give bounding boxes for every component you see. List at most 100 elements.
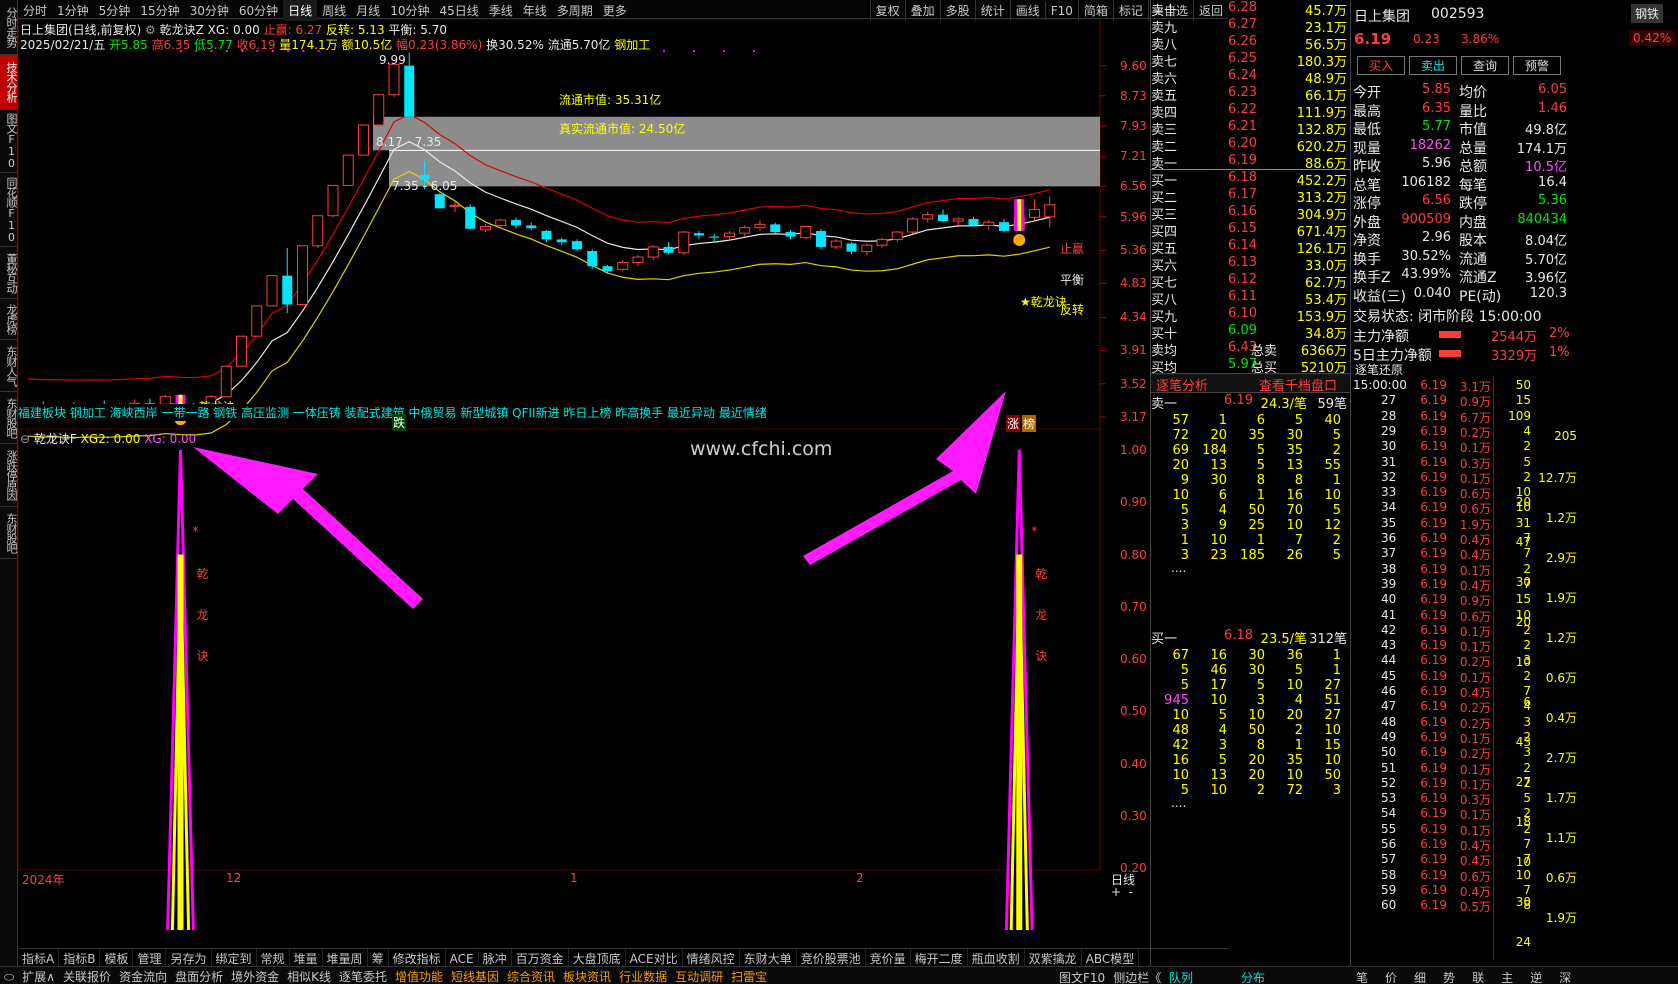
stop-line-label: 止赢: [1060, 242, 1085, 256]
period-tab[interactable]: 15分钟: [135, 0, 184, 21]
status-item[interactable]: 互动调研: [671, 967, 727, 984]
tool-button[interactable]: 画线: [1009, 0, 1045, 21]
period-tab[interactable]: 日线: [283, 0, 318, 21]
sidebar-tab[interactable]: 图文F10: [0, 110, 18, 173]
stat-value: 1.46: [1538, 100, 1567, 116]
status-item[interactable]: 逐笔委托: [335, 967, 391, 984]
indicator-name[interactable]: 乾龙诀Z: [160, 23, 204, 37]
period-tab[interactable]: 分时: [18, 0, 52, 21]
period-tab[interactable]: 更多: [598, 0, 632, 21]
status-item[interactable]: 增值功能: [391, 967, 447, 984]
status-item[interactable]: 境外资金: [227, 967, 283, 984]
kline-chart[interactable]: 日上集团(日线,前复权) ⚙ 乾龙诀Z XG: 0.00 止赢: 6.27 反转…: [18, 19, 1228, 930]
indicator-tab[interactable]: ACE: [446, 951, 479, 967]
sidebar-tab[interactable]: 涨跌停原因: [0, 444, 18, 507]
detail-tab[interactable]: 笔: [1352, 968, 1372, 984]
book-cell: 35: [1286, 443, 1303, 458]
tab-tick-analysis[interactable]: 逐笔分析: [1156, 375, 1208, 394]
sidebar-tab[interactable]: 同花顺F10: [0, 173, 18, 247]
detail-tab[interactable]: 细: [1410, 968, 1430, 984]
book-cell: 5: [1332, 548, 1341, 563]
detail-tab[interactable]: 势: [1439, 968, 1459, 984]
trade-button-1[interactable]: 卖出: [1409, 56, 1457, 75]
book-tab[interactable]: 分布: [1237, 968, 1269, 984]
period-tab[interactable]: 月线: [351, 0, 385, 21]
candle: [1029, 199, 1040, 221]
sidebar-tab[interactable]: 龙虎榜: [0, 299, 18, 340]
trade-button-3[interactable]: 预警: [1513, 56, 1561, 75]
status-right[interactable]: 图文F10: [1055, 968, 1109, 984]
tool-button[interactable]: 多股: [939, 0, 975, 21]
book-cell: 24.3/笔: [1260, 397, 1307, 412]
period-tab[interactable]: 年线: [518, 0, 552, 21]
status-item[interactable]: 扫雷宝: [727, 967, 771, 984]
period-tab[interactable]: 30分钟: [185, 0, 234, 21]
period-tab[interactable]: 多周期: [552, 0, 598, 21]
bar-sector[interactable]: 钢加工: [614, 38, 650, 52]
sidebar-tab[interactable]: 东财股吧: [0, 392, 18, 444]
sidebar-tab[interactable]: 董秘互动: [0, 247, 18, 299]
status-item[interactable]: 短线基因: [447, 967, 503, 984]
period-tab[interactable]: 45日线: [434, 0, 483, 21]
book-cell: 27: [1324, 708, 1341, 723]
trade-button-2[interactable]: 查询: [1461, 56, 1509, 75]
tool-button[interactable]: 叠加: [904, 0, 940, 21]
tick-count: 15: [1515, 393, 1531, 408]
agg-count: 10: [1515, 655, 1531, 669]
period-tab[interactable]: 1分钟: [52, 0, 94, 21]
tool-button[interactable]: F10: [1044, 2, 1078, 20]
detail-tab[interactable]: 联: [1468, 968, 1488, 984]
status-item[interactable]: 板块资讯: [559, 967, 615, 984]
status-item[interactable]: 相似K线: [283, 967, 335, 984]
status-item[interactable]: 盘面分析: [171, 967, 227, 984]
trade-button-0[interactable]: 买入: [1357, 56, 1405, 75]
sidebar-tab[interactable]: 分时走势: [0, 0, 18, 55]
status-item[interactable]: 行业数据: [615, 967, 671, 984]
book-row: 买七 6.12 62.7万: [1151, 272, 1351, 291]
sub-title[interactable]: 乾龙诀F: [34, 432, 77, 446]
tool-button[interactable]: 简箱: [1077, 0, 1113, 21]
bar-date: 2025/02/21/五: [20, 38, 106, 52]
sidebar-tab[interactable]: 东财人气: [0, 340, 18, 392]
period-tab[interactable]: 5分钟: [94, 0, 136, 21]
book-cell: 20: [1248, 753, 1265, 768]
status-item[interactable]: 资金流向: [115, 967, 171, 984]
detail-tab[interactable]: 价: [1381, 968, 1401, 984]
book-cell: 5: [1294, 663, 1303, 678]
period-tab[interactable]: 60分钟: [234, 0, 283, 21]
tick-price: 6.19: [1420, 684, 1447, 698]
status-right[interactable]: 侧边栏《: [1109, 968, 1165, 984]
detail-tab[interactable]: 逆: [1526, 968, 1546, 984]
tool-button[interactable]: 复权: [869, 0, 905, 21]
sidebar-tab[interactable]: 技术分析: [0, 55, 18, 110]
stat-value: 18262: [1409, 137, 1451, 153]
tick-time: 33: [1381, 485, 1397, 500]
tool-button[interactable]: 统计: [974, 0, 1010, 21]
toggle-icon[interactable]: ⬭: [0, 969, 18, 984]
status-item[interactable]: 综合资讯: [503, 967, 559, 984]
sub-char: 诀: [1035, 649, 1048, 663]
status-item[interactable]: 关联报价: [59, 967, 115, 984]
book-cell: 15: [1324, 738, 1341, 753]
tick-price: 6.19: [1420, 607, 1447, 622]
collapse-icon[interactable]: ⊖: [20, 432, 30, 446]
status-item[interactable]: 扩展∧: [18, 967, 59, 984]
book-cell: 6.16: [1228, 204, 1257, 219]
detail-tab[interactable]: 主: [1497, 968, 1517, 984]
candle: [282, 248, 293, 314]
book-tab[interactable]: 队列: [1165, 968, 1197, 984]
book-row: 卖十 6.28 45.7万: [1151, 0, 1351, 19]
detail-tab[interactable]: 深: [1555, 968, 1575, 984]
price-tick: 5.36: [1120, 243, 1147, 258]
period-tab[interactable]: 10分钟: [385, 0, 434, 21]
period-tab[interactable]: 周线: [317, 0, 351, 21]
tool-button[interactable]: 标记: [1112, 0, 1148, 21]
bar-close: 收6.19: [236, 38, 276, 52]
period-tab[interactable]: 季线: [484, 0, 518, 21]
book-cell: 3: [1256, 693, 1265, 708]
zoom-controls[interactable]: + -: [1111, 885, 1133, 899]
sidebar-tab[interactable]: 东财股吧: [0, 507, 18, 559]
tab-depth[interactable]: 查看千档盘口: [1259, 375, 1337, 394]
tick-time: 52: [1381, 775, 1397, 790]
gear-icon[interactable]: ⚙: [145, 23, 160, 37]
